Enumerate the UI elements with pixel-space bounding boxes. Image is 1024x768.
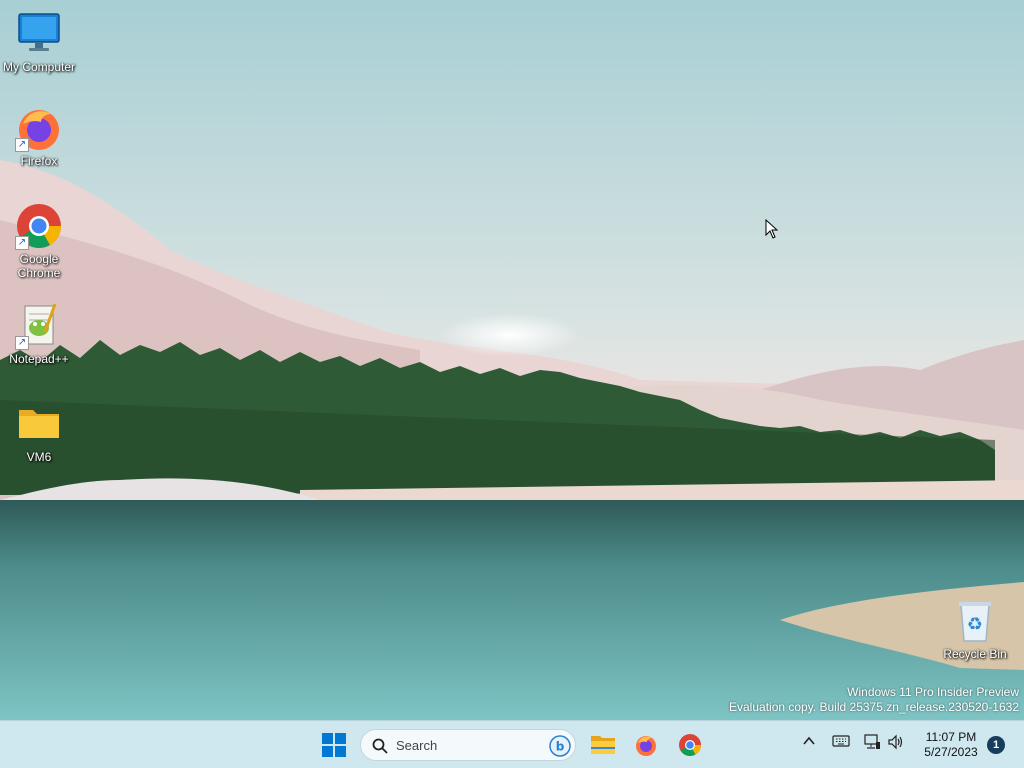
taskbar-clock[interactable]: 11:07 PM 5/27/2023 [915, 730, 987, 760]
desktop-icon-label: Recycle Bin [943, 647, 1007, 661]
chrome-icon [679, 734, 701, 756]
notepadpp-icon: ↗ [15, 302, 63, 350]
bing-icon: b [549, 735, 571, 757]
clock-time: 11:07 PM [925, 730, 977, 744]
svg-text:b: b [556, 740, 565, 754]
firefox-icon [636, 736, 656, 756]
wallpaper [0, 0, 1024, 720]
clock-date: 5/27/2023 [924, 745, 978, 759]
desktop-icon-label: Notepad++ [9, 352, 69, 366]
recycle-bin-icon: ♻ [951, 597, 999, 645]
shortcut-arrow-icon: ↗ [15, 138, 29, 152]
chevron-up-icon[interactable] [802, 734, 816, 751]
desktop-icon-vm6[interactable]: VM6 [1, 400, 77, 464]
desktop-icon-label: Google Chrome [17, 252, 61, 280]
volume-icon[interactable] [887, 734, 905, 753]
taskbar-search-box[interactable]: Search b [360, 729, 576, 761]
desktop-icon-my-computer[interactable]: My Computer [1, 10, 77, 74]
desktop[interactable]: My Computer ↗ Firefox ↗ Google Chrome ↗ … [0, 0, 1024, 720]
watermark-line-2: Evaluation copy. Build 25375.zn_release.… [729, 700, 1019, 714]
start-icon [322, 733, 346, 757]
shortcut-arrow-icon: ↗ [15, 336, 29, 350]
svg-text:♻: ♻ [967, 614, 983, 635]
notification-badge[interactable]: 1 [987, 736, 1005, 754]
firefox-icon: ↗ [15, 104, 63, 152]
taskbar: Search b 11:07 PM 5/27/2023 1 [0, 720, 1024, 768]
folder-icon [15, 400, 63, 448]
desktop-icon-firefox[interactable]: ↗ Firefox [1, 104, 77, 168]
monitor-icon [15, 10, 63, 58]
desktop-icon-recycle-bin[interactable]: ♻ Recycle Bin [937, 597, 1013, 661]
desktop-icon-label: VM6 [26, 450, 52, 464]
mouse-pointer-icon [765, 218, 779, 244]
file-explorer-icon [591, 736, 615, 754]
chrome-icon: ↗ [15, 202, 63, 250]
shortcut-arrow-icon: ↗ [15, 236, 29, 250]
search-placeholder: Search [396, 738, 438, 753]
desktop-icon-notepadpp[interactable]: ↗ Notepad++ [1, 302, 77, 366]
keyboard-icon[interactable] [832, 734, 850, 751]
search-icon [372, 738, 388, 754]
desktop-icon-label: Firefox [20, 154, 58, 168]
chrome-taskbar-button[interactable] [672, 727, 708, 763]
start-button[interactable] [316, 727, 352, 763]
desktop-icon-label: My Computer [2, 60, 76, 74]
watermark-line-1: Windows 11 Pro Insider Preview [847, 685, 1019, 699]
firefox-taskbar-button[interactable] [628, 727, 664, 763]
network-icon[interactable] [863, 734, 881, 753]
evaluation-watermark: Windows 11 Pro Insider Preview Evaluatio… [729, 685, 1019, 715]
desktop-icon-google-chrome[interactable]: ↗ Google Chrome [1, 202, 77, 280]
file-explorer-button[interactable] [585, 727, 621, 763]
